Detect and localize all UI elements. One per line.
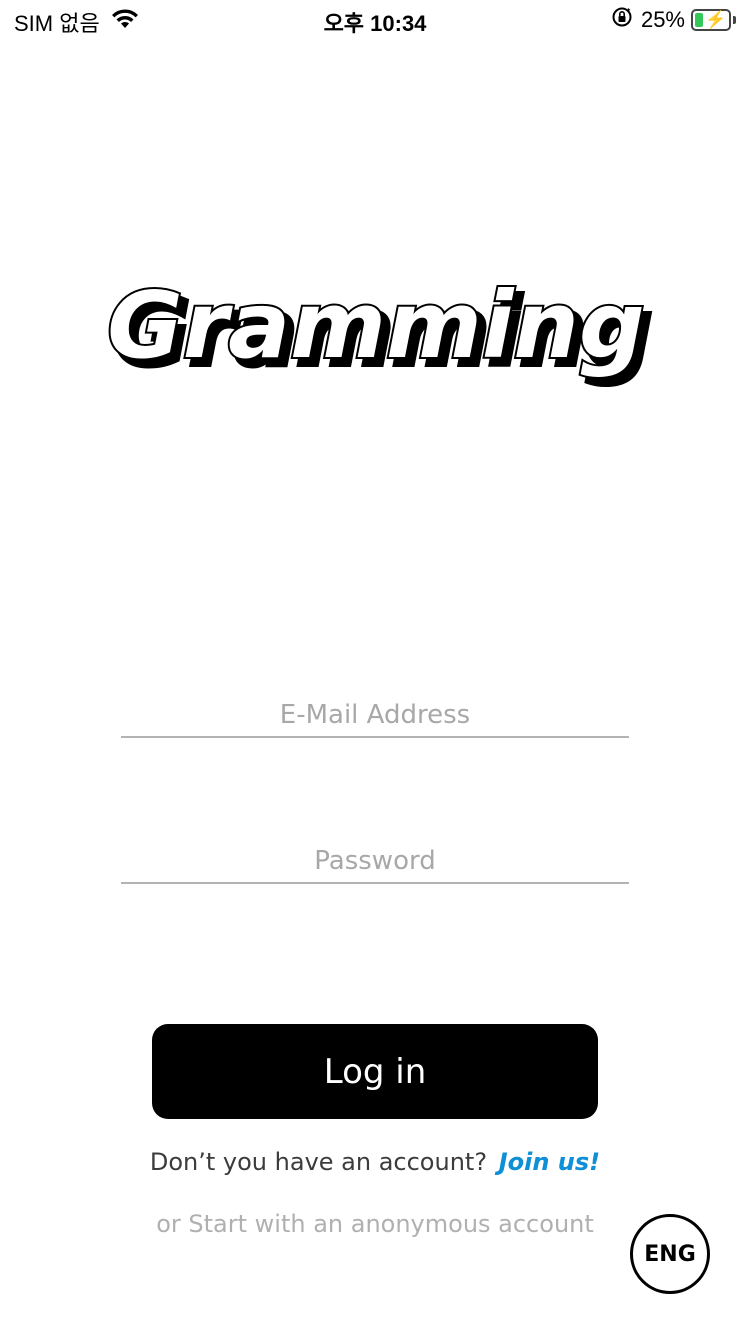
signup-prompt: Don’t you have an account? Join us! xyxy=(0,1148,750,1176)
battery-cap xyxy=(733,16,736,24)
language-label: ENG xyxy=(644,1241,696,1267)
password-field xyxy=(121,842,629,884)
orientation-lock-icon xyxy=(611,6,633,34)
signup-prompt-text: Don’t you have an account? xyxy=(149,1148,488,1176)
join-us-link[interactable]: Join us! xyxy=(499,1148,600,1176)
battery-percent: 25% xyxy=(640,7,685,32)
password-input[interactable] xyxy=(121,842,629,880)
email-field xyxy=(121,696,629,738)
app-logo: Gramming Gramming xyxy=(105,270,655,389)
language-button[interactable]: ENG xyxy=(630,1214,710,1294)
status-right: 25% ⚡ xyxy=(611,6,736,34)
login-button[interactable]: Log in xyxy=(152,1024,598,1119)
email-input[interactable] xyxy=(121,696,629,734)
logo-text: Gramming xyxy=(107,272,645,379)
battery-charging-icon: ⚡ xyxy=(691,9,731,31)
login-button-label: Log in xyxy=(323,1051,427,1092)
status-bar: SIM 없음 오후 10:34 25% ⚡ xyxy=(0,0,750,40)
